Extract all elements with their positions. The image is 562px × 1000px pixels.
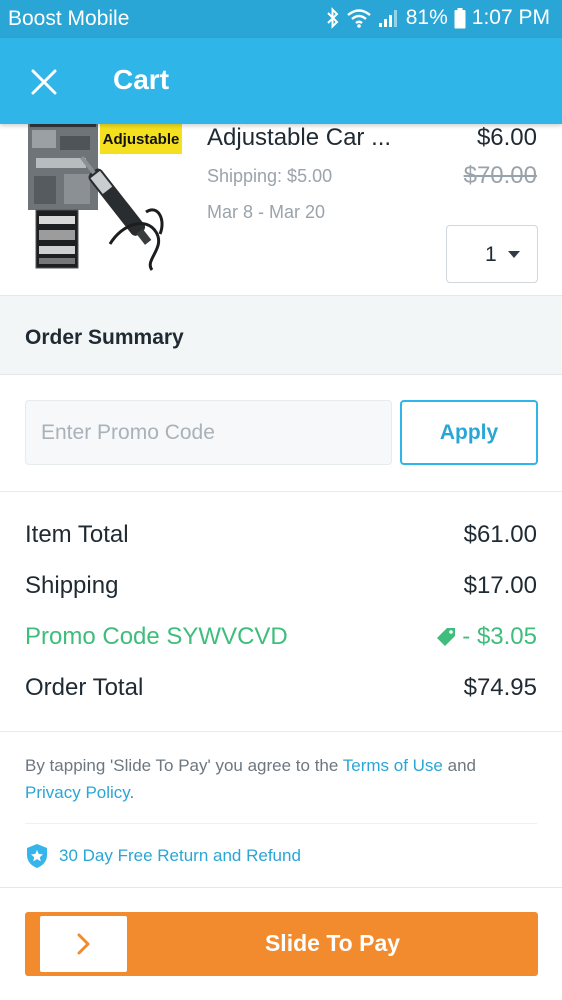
tag-icon [437,628,456,646]
terms-suffix: . [129,783,135,802]
product-image-label: Adjustable [103,131,180,148]
promo-discount: - $3.05 [436,623,537,651]
page-title: Cart [113,64,170,95]
status-indicators: 81% 1:07 PM [326,6,550,30]
app-bar: Cart [0,38,562,124]
promo-code-input[interactable] [25,400,392,465]
apply-button[interactable]: Apply [400,400,538,465]
terms-notice: By tapping 'Slide To Pay' you agree to t… [25,752,537,806]
terms-middle: and [442,756,476,775]
product-shipping: Shipping: $5.00 [207,166,333,186]
battery-percent: 81% [405,6,448,29]
return-guarantee-text: 30 Day Free Return and Refund [59,846,301,865]
bluetooth-icon [326,7,340,29]
delivery-dates: Mar 8 - Mar 20 [207,202,326,222]
order-total-value: $74.95 [463,674,537,701]
terms-of-use-link[interactable]: Terms of Use [343,756,443,775]
quantity-value: 1 [485,243,497,266]
product-price: $6.00 [476,124,537,151]
cart-item: Adjustable Adjustable Car ... $6.00 Ship… [0,124,562,296]
battery-icon [454,7,466,29]
product-title[interactable]: Adjustable Car ... [207,124,391,152]
privacy-policy-link[interactable]: Privacy Policy [25,783,130,802]
slide-to-pay-label: Slide To Pay [264,930,401,956]
divider [0,887,562,888]
divider [0,491,562,492]
order-summary-title: Order Summary [25,326,184,349]
quantity-select[interactable]: 1 [446,225,538,283]
product-original-price: $70.00 [463,162,537,189]
shipping-value: $17.00 [463,572,537,599]
terms-prefix: By tapping 'Slide To Pay' you agree to t… [25,756,343,775]
shield-icon [27,844,47,868]
return-guarantee[interactable]: 30 Day Free Return and Refund [25,843,301,869]
close-button[interactable] [24,62,64,102]
wifi-icon [346,8,372,28]
clock: 1:07 PM [471,6,550,29]
chevron-right-icon [77,933,89,955]
promo-discount-value: - $3.05 [462,623,537,650]
divider [0,731,562,732]
signal-icon [378,8,400,28]
close-icon [31,69,57,95]
divider [25,823,537,824]
slide-to-pay-track[interactable]: Slide To Pay [25,912,538,976]
status-bar: Boost Mobile 81% 1:07 PM [0,0,562,38]
promo-code-label: Promo Code SYWVCVD [25,623,288,650]
product-image[interactable]: Adjustable [26,124,182,272]
slide-to-pay-handle[interactable] [40,916,127,972]
chevron-down-icon [508,251,520,258]
item-total-label: Item Total [25,521,129,548]
item-total-value: $61.00 [463,521,537,548]
shipping-label: Shipping [25,572,119,599]
carrier-name: Boost Mobile [8,7,130,30]
order-total-label: Order Total [25,674,144,701]
order-summary-header: Order Summary [0,296,562,375]
